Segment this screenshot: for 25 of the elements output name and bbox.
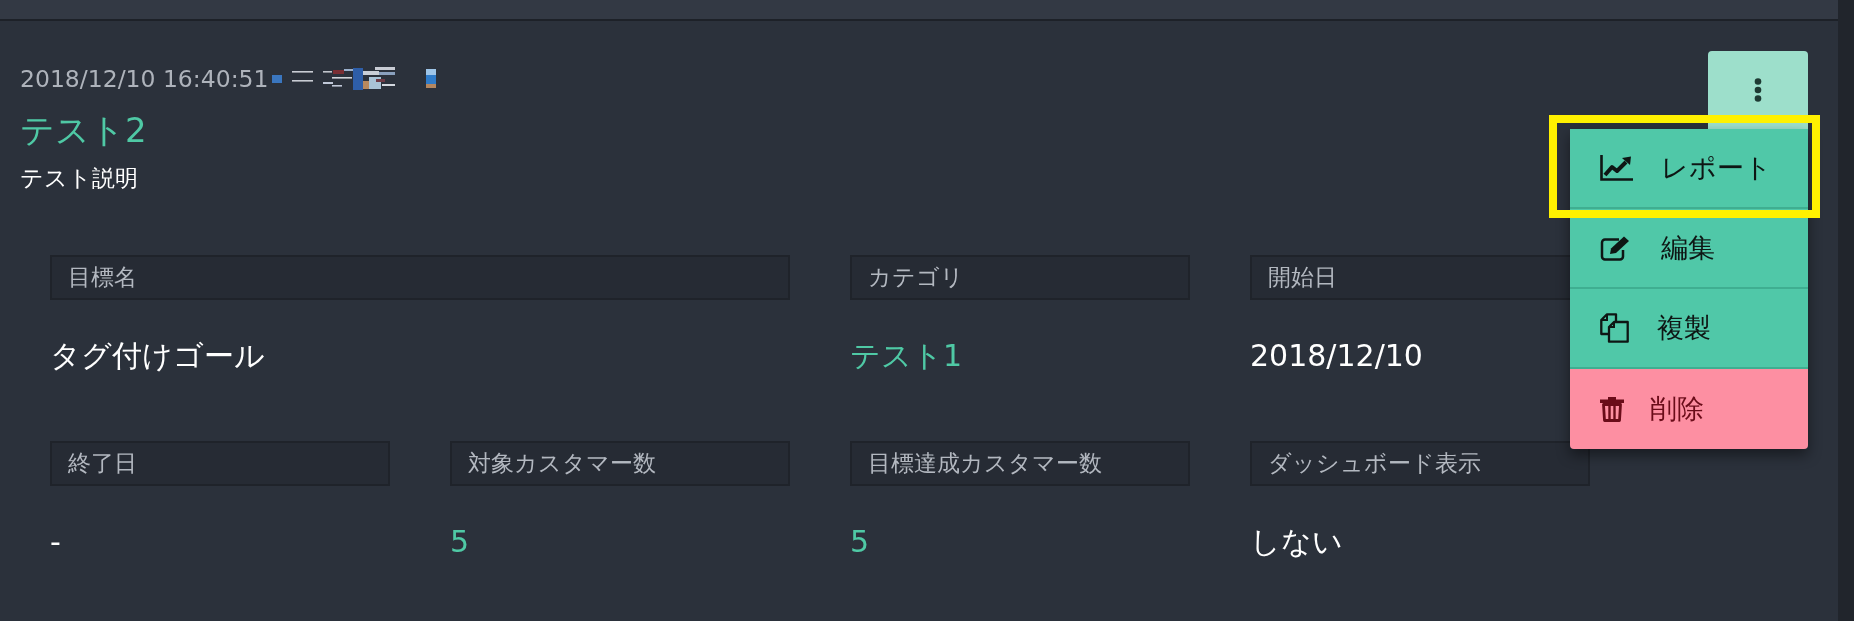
menu-item[interactable]: 編集	[1570, 209, 1808, 289]
value-link[interactable]: テスト1	[850, 336, 963, 376]
value-link[interactable]: 5	[450, 522, 470, 562]
field-value: しない	[1250, 523, 1343, 561]
field-label: 目標名	[50, 255, 790, 300]
more-button[interactable]	[1708, 51, 1808, 129]
menu-item[interactable]: 複製	[1570, 289, 1808, 369]
field-label: ダッシュボード表示	[1250, 441, 1590, 486]
field-label: 目標達成カスタマー数	[850, 441, 1190, 486]
field-value: -	[50, 523, 61, 561]
value-link[interactable]: 5	[850, 522, 870, 562]
menu-item[interactable]: レポート	[1570, 129, 1808, 209]
field-value: 2018/12/10	[1250, 337, 1423, 375]
field-label: 対象カスタマー数	[450, 441, 790, 486]
field-label: カテゴリ	[850, 255, 1190, 300]
field-value: タグ付けゴール	[50, 337, 265, 375]
post-description: テスト説明	[20, 164, 139, 193]
line-chart-icon	[1600, 155, 1633, 181]
pixelated-mosaic-icon	[272, 67, 438, 91]
vertical-dots-icon	[1754, 78, 1762, 102]
copy-icon	[1600, 313, 1629, 343]
timestamp: 2018/12/10 16:40:51	[20, 65, 269, 93]
trash-icon	[1600, 396, 1624, 422]
field-label: 終了日	[50, 441, 390, 486]
post-title: テスト2	[20, 110, 148, 150]
